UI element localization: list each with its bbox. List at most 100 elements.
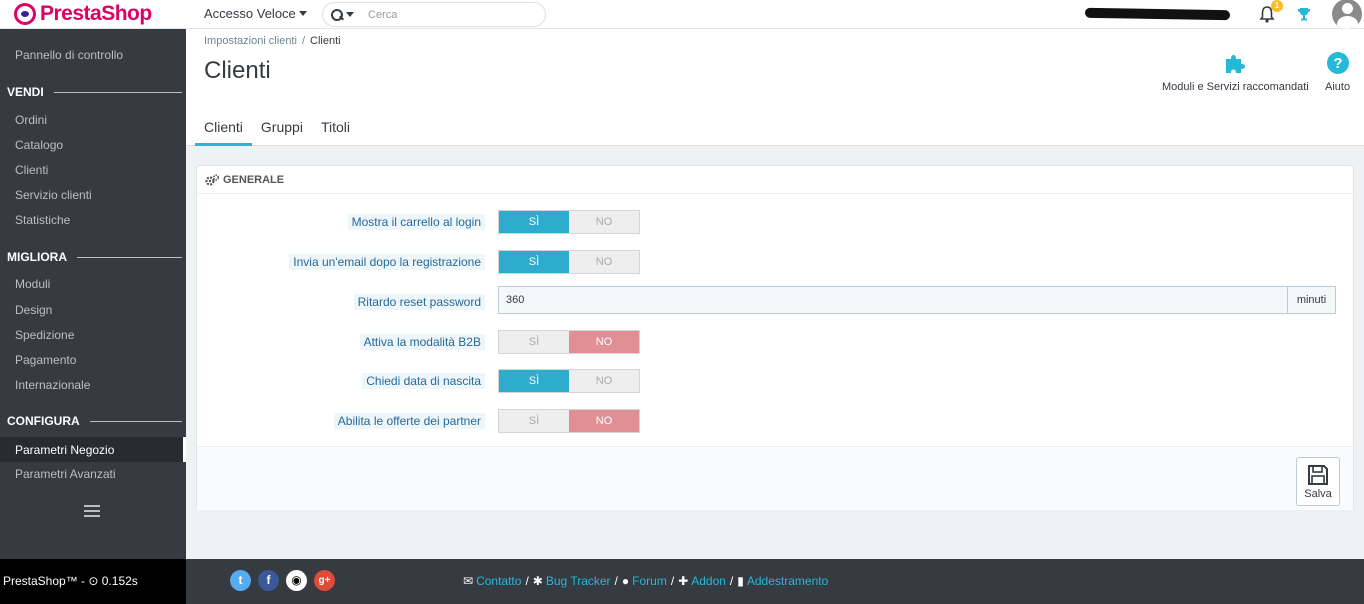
search-box xyxy=(322,2,546,27)
user-avatar[interactable] xyxy=(1332,0,1362,29)
sidebar-item-catalog[interactable]: Catalogo xyxy=(15,138,63,152)
switch-yes[interactable]: SÌ xyxy=(499,251,569,273)
page-title: Clienti xyxy=(204,57,271,84)
switch-no[interactable]: NO xyxy=(569,410,639,432)
help-label: Aiuto xyxy=(1325,81,1351,93)
page-header: Impostazioni clienti / Clienti Clienti Mod… xyxy=(186,29,1364,146)
menu-collapse-icon[interactable] xyxy=(84,505,100,517)
divider xyxy=(89,420,182,422)
b2b-toggle[interactable]: SÌ NO xyxy=(498,330,640,354)
send-email-toggle[interactable]: SÌ NO xyxy=(498,250,640,274)
page-footer: PrestaShop™ - ⊙ 0.152s t f ◉ g+ ✉ Contatt… xyxy=(0,559,1364,604)
google-plus-icon[interactable]: g+ xyxy=(314,570,335,591)
field-label: Chiedi data di nascita xyxy=(362,373,485,389)
recommended-modules-button[interactable]: Moduli e Servizi raccomandati xyxy=(1162,51,1309,93)
puzzle-icon: ✚ xyxy=(678,574,689,588)
unit-addon: minuti xyxy=(1287,287,1335,313)
breadcrumb: Impostazioni clienti / Clienti xyxy=(204,35,341,47)
switch-no[interactable]: NO xyxy=(569,370,639,392)
prestashop-logo[interactable]: PrestaShop xyxy=(14,2,152,26)
twitter-icon[interactable]: t xyxy=(230,570,251,591)
panel-title: GENERALE xyxy=(223,173,285,186)
sidebar-item-shipping[interactable]: Spedizione xyxy=(15,328,74,342)
tab-titles[interactable]: Titoli xyxy=(312,117,359,146)
tab-customers[interactable]: Clienti xyxy=(195,117,252,146)
tab-groups[interactable]: Gruppi xyxy=(252,117,312,146)
page-tabs: Clienti Gruppi Titoli xyxy=(195,117,359,146)
chevron-down-icon xyxy=(298,11,307,16)
show-cart-toggle[interactable]: SÌ NO xyxy=(498,210,640,234)
sidebar-item-label: Parametri Negozio xyxy=(15,443,115,457)
birthdate-toggle[interactable]: SÌ NO xyxy=(498,369,640,393)
sidebar-section-title: CONFIGURA xyxy=(7,414,80,428)
breadcrumb-current: Clienti xyxy=(310,35,341,47)
footer-link-forum[interactable]: Forum xyxy=(632,574,667,588)
bug-icon: ✱ xyxy=(532,574,543,588)
search-input[interactable] xyxy=(368,8,518,21)
form-row-send-email: Invia un'email dopo la registrazione SÌ … xyxy=(197,250,1353,274)
field-label: Abilita le offerte dei partner xyxy=(333,413,485,429)
footer-link-training[interactable]: Addestramento xyxy=(747,574,828,588)
switch-no[interactable]: NO xyxy=(569,211,639,233)
quick-access-dropdown[interactable]: Accesso Veloce xyxy=(204,6,307,21)
redacted-username[interactable] xyxy=(1084,7,1231,21)
chevron-down-icon[interactable] xyxy=(346,12,354,17)
breadcrumb-parent[interactable]: Impostazioni clienti xyxy=(204,35,297,47)
switch-yes[interactable]: SÌ xyxy=(499,410,569,432)
sidebar-item-advanced-parameters[interactable]: Parametri Avanzati xyxy=(15,467,116,481)
sidebar-item-shop-parameters[interactable]: Parametri Negozio xyxy=(0,437,186,462)
prestashop-logo-icon xyxy=(14,3,36,25)
form-row-partner-offers: Abilita le offerte dei partner SÌ NO xyxy=(197,409,1353,433)
quick-access-label: Accesso Veloce xyxy=(204,6,296,21)
puzzle-icon xyxy=(1226,55,1246,73)
footer-link-contact[interactable]: Contatto xyxy=(476,574,521,588)
switch-yes[interactable]: SÌ xyxy=(499,211,569,233)
sidebar-section-sell: VENDI xyxy=(7,85,182,99)
save-button[interactable]: Salva xyxy=(1296,457,1340,506)
cogs-icon xyxy=(205,173,219,186)
sidebar-section-configure: CONFIGURA xyxy=(7,414,182,428)
sidebar-item-dashboard[interactable]: Pannello di controllo xyxy=(15,48,123,62)
footer-link-addon[interactable]: Addon xyxy=(691,574,726,588)
comments-icon: ● xyxy=(621,574,630,588)
field-label: Mostra il carrello al login xyxy=(347,214,485,230)
top-header: PrestaShop Accesso Veloce 1 xyxy=(0,0,1364,29)
help-button[interactable]: ? Aiuto xyxy=(1325,51,1350,93)
field-label: Invia un'email dopo la registrazione xyxy=(289,254,485,270)
sidebar-section-title: VENDI xyxy=(7,85,44,99)
sidebar-item-orders[interactable]: Ordini xyxy=(15,113,47,127)
svg-text:?: ? xyxy=(1333,55,1342,72)
sidebar-item-stats[interactable]: Statistiche xyxy=(15,213,70,227)
github-icon[interactable]: ◉ xyxy=(286,570,307,591)
trophy-icon[interactable] xyxy=(1297,7,1311,21)
switch-yes[interactable]: SÌ xyxy=(499,370,569,392)
envelope-icon: ✉ xyxy=(463,574,474,588)
footer-link-bug-tracker[interactable]: Bug Tracker xyxy=(546,574,611,588)
general-settings-panel: GENERALE Mostra il carrello al login SÌ … xyxy=(196,165,1354,510)
sidebar-item-design[interactable]: Design xyxy=(15,303,52,317)
panel-footer: Salva xyxy=(197,446,1353,510)
sidebar-section-improve: MIGLIORA xyxy=(7,250,182,264)
switch-no[interactable]: NO xyxy=(569,331,639,353)
save-label: Salva xyxy=(1304,488,1332,500)
help-icon: ? xyxy=(1326,52,1349,74)
recommended-modules-label: Moduli e Servizi raccomandati xyxy=(1162,81,1309,93)
form-row-b2b: Attiva la modalità B2B SÌ NO xyxy=(197,330,1353,354)
password-reset-delay-field[interactable] xyxy=(499,287,1289,313)
sidebar-item-modules[interactable]: Moduli xyxy=(15,277,50,291)
sidebar-item-customer-service[interactable]: Servizio clienti xyxy=(15,188,92,202)
sidebar-item-payment[interactable]: Pagamento xyxy=(15,353,76,367)
divider xyxy=(77,256,182,258)
notification-badge: 1 xyxy=(1271,0,1283,12)
sidebar-item-customers[interactable]: Clienti xyxy=(15,163,48,177)
search-icon[interactable] xyxy=(331,8,343,21)
divider xyxy=(53,91,182,93)
switch-no[interactable]: NO xyxy=(569,251,639,273)
facebook-icon[interactable]: f xyxy=(258,570,279,591)
sidebar-item-international[interactable]: Internazionale xyxy=(15,378,90,392)
switch-yes[interactable]: SÌ xyxy=(499,331,569,353)
sidebar-nav: Pannello di controllo VENDI Ordini Catal… xyxy=(0,29,186,559)
password-reset-input-group: minuti xyxy=(498,286,1336,314)
field-label: Attiva la modalità B2B xyxy=(359,334,485,350)
partner-offers-toggle[interactable]: SÌ NO xyxy=(498,409,640,433)
